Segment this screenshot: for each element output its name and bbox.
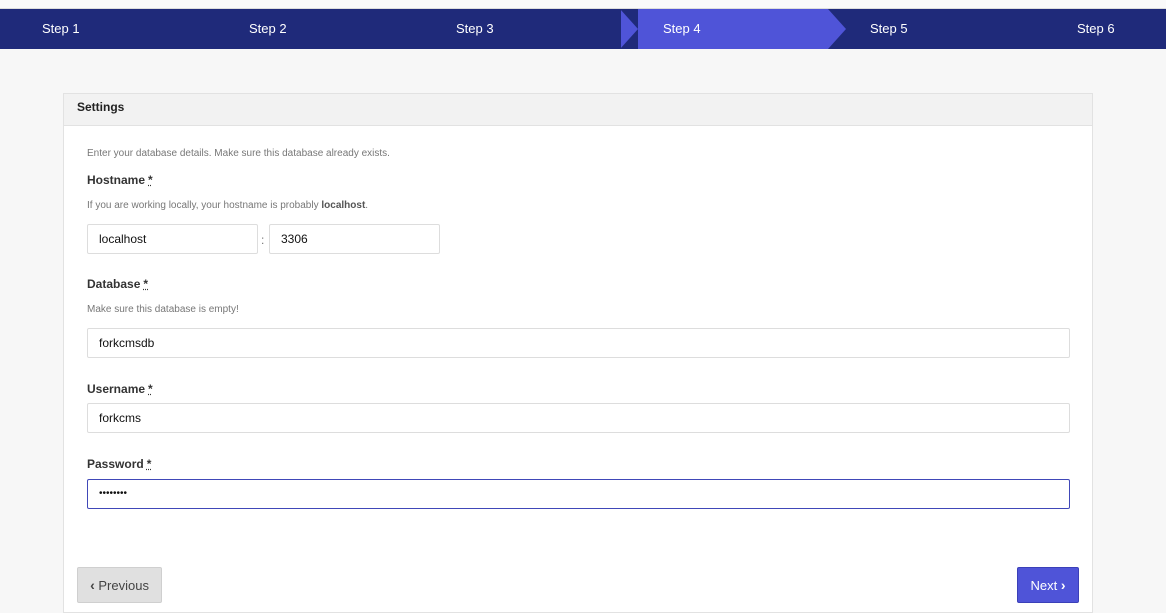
- database-help: Make sure this database is empty!: [87, 304, 239, 315]
- username-input[interactable]: forkcms: [87, 403, 1070, 433]
- step-label: Step 2: [249, 21, 287, 36]
- required-mark: *: [143, 277, 149, 291]
- step-2[interactable]: Step 2: [207, 9, 414, 49]
- top-border: [0, 0, 1166, 9]
- password-input[interactable]: ••••••••: [87, 479, 1070, 509]
- previous-button[interactable]: ‹ Previous: [77, 567, 162, 603]
- previous-label: Previous: [98, 578, 149, 593]
- port-separator: :: [261, 233, 265, 247]
- step-label: Step 5: [870, 21, 908, 36]
- step-1[interactable]: Step 1: [0, 9, 207, 49]
- intro-text: Enter your database details. Make sure t…: [87, 148, 390, 159]
- step-label: Step 1: [42, 21, 80, 36]
- database-label: Database *: [87, 277, 149, 291]
- required-mark: *: [148, 173, 153, 187]
- port-input[interactable]: 3306: [269, 224, 440, 254]
- step-navigation: Step 1 Step 2 Step 3 Step 4 Step 5 Step …: [0, 9, 1166, 49]
- step-6[interactable]: Step 6: [1035, 9, 1166, 49]
- step-label: Step 4: [663, 21, 701, 36]
- step-5[interactable]: Step 5: [828, 9, 1035, 49]
- next-label: Next: [1030, 578, 1058, 593]
- required-mark: *: [148, 382, 153, 396]
- hostname-label: Hostname *: [87, 173, 153, 187]
- required-mark: *: [146, 457, 152, 471]
- step-4-active[interactable]: Step 4: [620, 9, 846, 49]
- chevron-left-icon: ‹: [90, 577, 95, 593]
- chevron-right-icon: ›: [1060, 577, 1066, 593]
- password-label: Password *: [87, 457, 152, 471]
- hostname-help: If you are working locally, your hostnam…: [87, 200, 369, 211]
- step-label: Step 3: [456, 21, 494, 36]
- settings-panel: Settings Enter your database details. Ma…: [63, 93, 1093, 613]
- panel-title: Settings: [64, 94, 1092, 126]
- username-label: Username *: [87, 382, 153, 396]
- step-label: Step 6: [1077, 21, 1115, 36]
- step-3[interactable]: Step 3: [414, 9, 621, 49]
- hostname-input[interactable]: localhost: [87, 224, 258, 254]
- database-input[interactable]: forkcmsdb: [87, 328, 1070, 358]
- next-button[interactable]: Next ›: [1017, 567, 1079, 603]
